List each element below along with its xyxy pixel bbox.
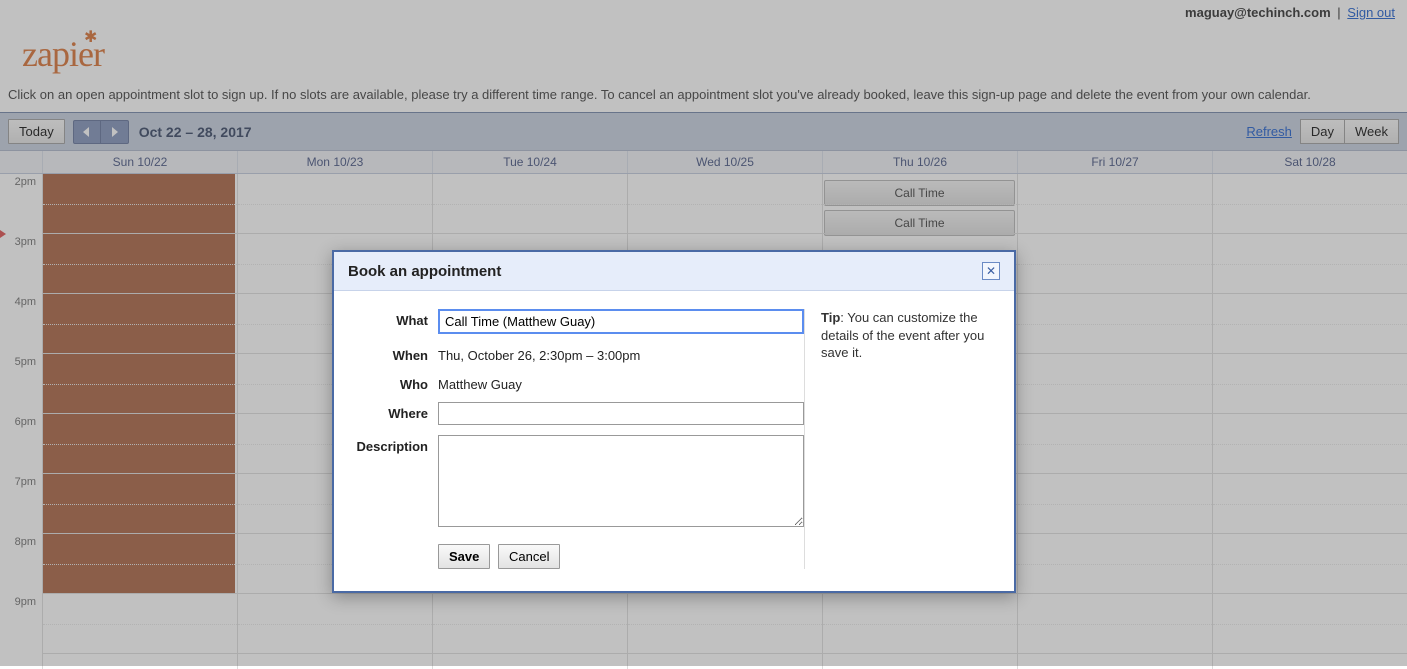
description-label: Description <box>354 435 438 454</box>
tip-panel: Tip: You can customize the details of th… <box>804 309 994 569</box>
tip-text: : You can customize the details of the e… <box>821 310 984 360</box>
where-input[interactable] <box>438 402 804 425</box>
where-label: Where <box>354 402 438 421</box>
when-label: When <box>354 344 438 363</box>
what-input[interactable] <box>438 309 804 334</box>
close-button[interactable]: ✕ <box>982 262 1000 280</box>
modal-title: Book an appointment <box>348 263 501 280</box>
who-label: Who <box>354 373 438 392</box>
when-value: Thu, October 26, 2:30pm – 3:00pm <box>438 344 804 363</box>
tip-label: Tip <box>821 310 840 325</box>
book-appointment-modal: Book an appointment ✕ What When Thu, Oct… <box>332 250 1016 593</box>
close-icon: ✕ <box>986 264 996 278</box>
what-label: What <box>354 309 438 328</box>
save-button[interactable]: Save <box>438 544 490 569</box>
cancel-button[interactable]: Cancel <box>498 544 560 569</box>
description-textarea[interactable] <box>438 435 804 527</box>
who-value: Matthew Guay <box>438 373 804 392</box>
